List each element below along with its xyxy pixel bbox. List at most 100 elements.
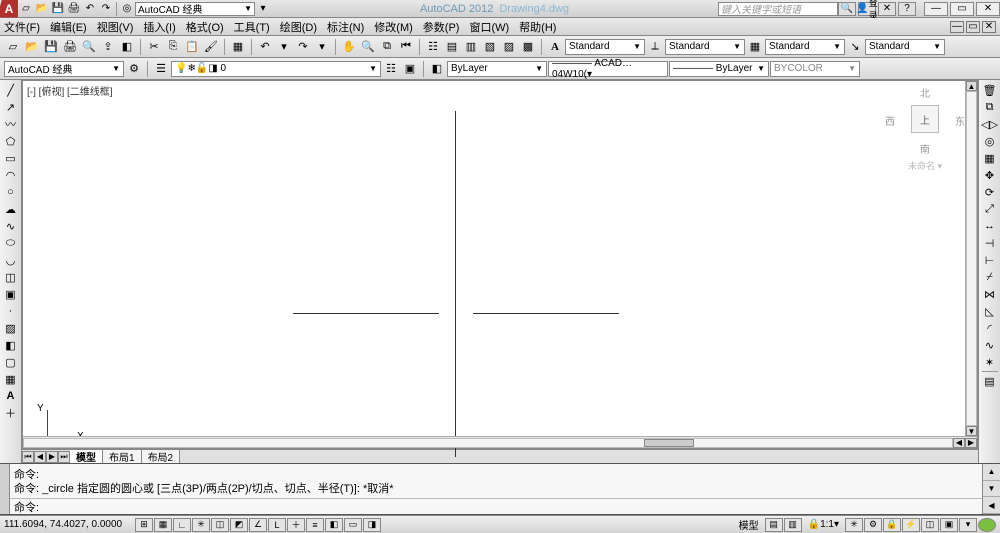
viewcube-top[interactable]: 上 (911, 105, 939, 133)
viewcube[interactable]: 北 西 东 上 南 未命名 ▾ (885, 85, 965, 175)
menu-dimension[interactable]: 标注(N) (327, 19, 364, 35)
menu-window[interactable]: 窗口(W) (469, 19, 509, 35)
erase-icon[interactable]: 🗑 (981, 82, 999, 98)
redo-icon[interactable]: ↷ (294, 38, 312, 56)
dimstyle-icon[interactable]: ⟂ (646, 38, 664, 56)
vertical-scrollbar[interactable]: ▲ ▼ (965, 81, 977, 436)
snap-toggle[interactable]: ⊞ (135, 518, 153, 532)
model-status[interactable]: 模型 (734, 518, 764, 532)
textstyle-select[interactable]: Standard▼ (565, 39, 645, 55)
qat-open-icon[interactable]: 📂 (34, 1, 50, 17)
cmd-scroll-up-icon[interactable]: ▲ (983, 464, 1000, 481)
undo-drop-icon[interactable]: ▾ (275, 38, 293, 56)
chamfer-icon[interactable]: ◺ (981, 303, 999, 319)
ws-settings-icon[interactable]: ⚙ (125, 60, 143, 78)
block-icon[interactable]: ▣ (2, 286, 20, 302)
exchange-icon[interactable]: ✕ (878, 2, 896, 16)
scroll-left-icon[interactable]: ◀ (953, 438, 965, 448)
minimize-button[interactable]: — (924, 2, 948, 16)
zoomwin-icon[interactable]: ⧉ (378, 38, 396, 56)
scroll-up-icon[interactable]: ▲ (966, 81, 977, 91)
table-icon[interactable]: ▦ (2, 371, 20, 387)
extend-icon[interactable]: ⊢ (981, 252, 999, 268)
cmd-arrow-icon[interactable]: ◀ (983, 497, 1000, 514)
horizontal-scrollbar[interactable]: ◀ ▶ (23, 436, 977, 448)
close-button[interactable]: ✕ (976, 2, 1000, 16)
otrack-toggle[interactable]: ∠ (249, 518, 267, 532)
3dosnap-toggle[interactable]: ◩ (230, 518, 248, 532)
sc-toggle[interactable]: ◨ (363, 518, 381, 532)
tab-last-icon[interactable]: ⏭ (58, 451, 70, 463)
plot-icon[interactable]: 🖨 (61, 38, 79, 56)
doc-minimize-button[interactable]: — (950, 21, 964, 33)
ellipsearc-icon[interactable]: ◡ (2, 252, 20, 268)
revcloud-icon[interactable]: ☁ (2, 201, 20, 217)
offset-icon[interactable]: ◎ (981, 133, 999, 149)
tray-expand-icon[interactable]: ▾ (959, 518, 977, 532)
save-icon[interactable]: 💾 (42, 38, 60, 56)
menu-draw[interactable]: 绘图(D) (280, 19, 317, 35)
color-select[interactable]: ByLayer▼ (447, 61, 547, 77)
qat-save-icon[interactable]: 💾 (50, 1, 66, 17)
quickview-drawings-icon[interactable]: ▥ (784, 518, 802, 532)
ortho-toggle[interactable]: ∟ (173, 518, 191, 532)
qat-redo-icon[interactable]: ↷ (98, 1, 114, 17)
isolate-icon[interactable]: ◫ (921, 518, 939, 532)
menu-help[interactable]: 帮助(H) (519, 19, 556, 35)
polygon-icon[interactable]: ⬠ (2, 133, 20, 149)
menu-modify[interactable]: 修改(M) (374, 19, 413, 35)
toolbar-lock-icon[interactable]: 🔒 (883, 518, 901, 532)
properties-icon[interactable]: ☷ (424, 38, 442, 56)
menu-tools[interactable]: 工具(T) (234, 19, 270, 35)
command-input[interactable]: 命令: (10, 498, 982, 514)
mtext-icon[interactable]: A (2, 388, 20, 404)
qat-ws-glyph-icon[interactable]: ◎ (119, 1, 135, 17)
rotate-icon[interactable]: ⟳ (981, 184, 999, 200)
doc-restore-button[interactable]: ▭ (966, 21, 980, 33)
scroll-thumb[interactable] (644, 439, 694, 447)
pline-icon[interactable]: 〰 (2, 116, 20, 132)
gradient-icon[interactable]: ◧ (2, 337, 20, 353)
addselected-icon[interactable]: ＋ (2, 405, 20, 421)
spline-icon[interactable]: ∿ (2, 218, 20, 234)
undo-icon[interactable]: ↶ (256, 38, 274, 56)
lwt-toggle[interactable]: ≡ (306, 518, 324, 532)
blockeditor-icon[interactable]: ▦ (229, 38, 247, 56)
ws-switch-icon[interactable]: ⚙ (864, 518, 882, 532)
menu-view[interactable]: 视图(V) (97, 19, 134, 35)
plotstyle-select[interactable]: BYCOLOR▼ (770, 61, 860, 77)
polar-toggle[interactable]: ✳ (192, 518, 210, 532)
cmd-scroll-down-icon[interactable]: ▼ (983, 481, 1000, 498)
tablestyle-icon[interactable]: ▦ (746, 38, 764, 56)
qat-dropdown-icon[interactable]: ▾ (255, 1, 271, 17)
quickview-layouts-icon[interactable]: ▤ (765, 518, 783, 532)
tablestyle-select[interactable]: Standard▼ (765, 39, 845, 55)
scroll-right-icon[interactable]: ▶ (965, 438, 977, 448)
hatch-icon[interactable]: ▨ (2, 320, 20, 336)
layer-iso-icon[interactable]: ▣ (401, 60, 419, 78)
coord-readout[interactable]: 111.6094, 74.4027, 0.0000 (4, 519, 134, 530)
ellipse-icon[interactable]: ⬭ (2, 235, 20, 251)
dashboard-icon[interactable]: ▤ (981, 373, 999, 389)
insert-icon[interactable]: ◫ (2, 269, 20, 285)
menu-edit[interactable]: 编辑(E) (50, 19, 87, 35)
dyn-toggle[interactable]: ＋ (287, 518, 305, 532)
qp-toggle[interactable]: ▭ (344, 518, 362, 532)
stretch-icon[interactable]: ↔ (981, 218, 999, 234)
xline-icon[interactable]: ↗ (2, 99, 20, 115)
break-icon[interactable]: ⌿ (981, 269, 999, 285)
tab-prev-icon[interactable]: ◀ (34, 451, 46, 463)
dimstyle-select[interactable]: Standard▼ (665, 39, 745, 55)
qat-print-icon[interactable]: 🖨 (66, 1, 82, 17)
markup-icon[interactable]: ▨ (500, 38, 518, 56)
tpy-toggle[interactable]: ◧ (325, 518, 343, 532)
point-icon[interactable]: · (2, 303, 20, 319)
tab-first-icon[interactable]: ⏮ (22, 451, 34, 463)
doc-close-button[interactable]: ✕ (982, 21, 996, 33)
zoomprev-icon[interactable]: ⏮ (397, 38, 415, 56)
cut-icon[interactable]: ✂ (145, 38, 163, 56)
viewcube-wcs[interactable]: 未命名 ▾ (885, 159, 965, 172)
anno-visibility-icon[interactable]: ✳ (845, 518, 863, 532)
ducs-toggle[interactable]: L (268, 518, 286, 532)
layer-state-icon[interactable]: ☷ (382, 60, 400, 78)
